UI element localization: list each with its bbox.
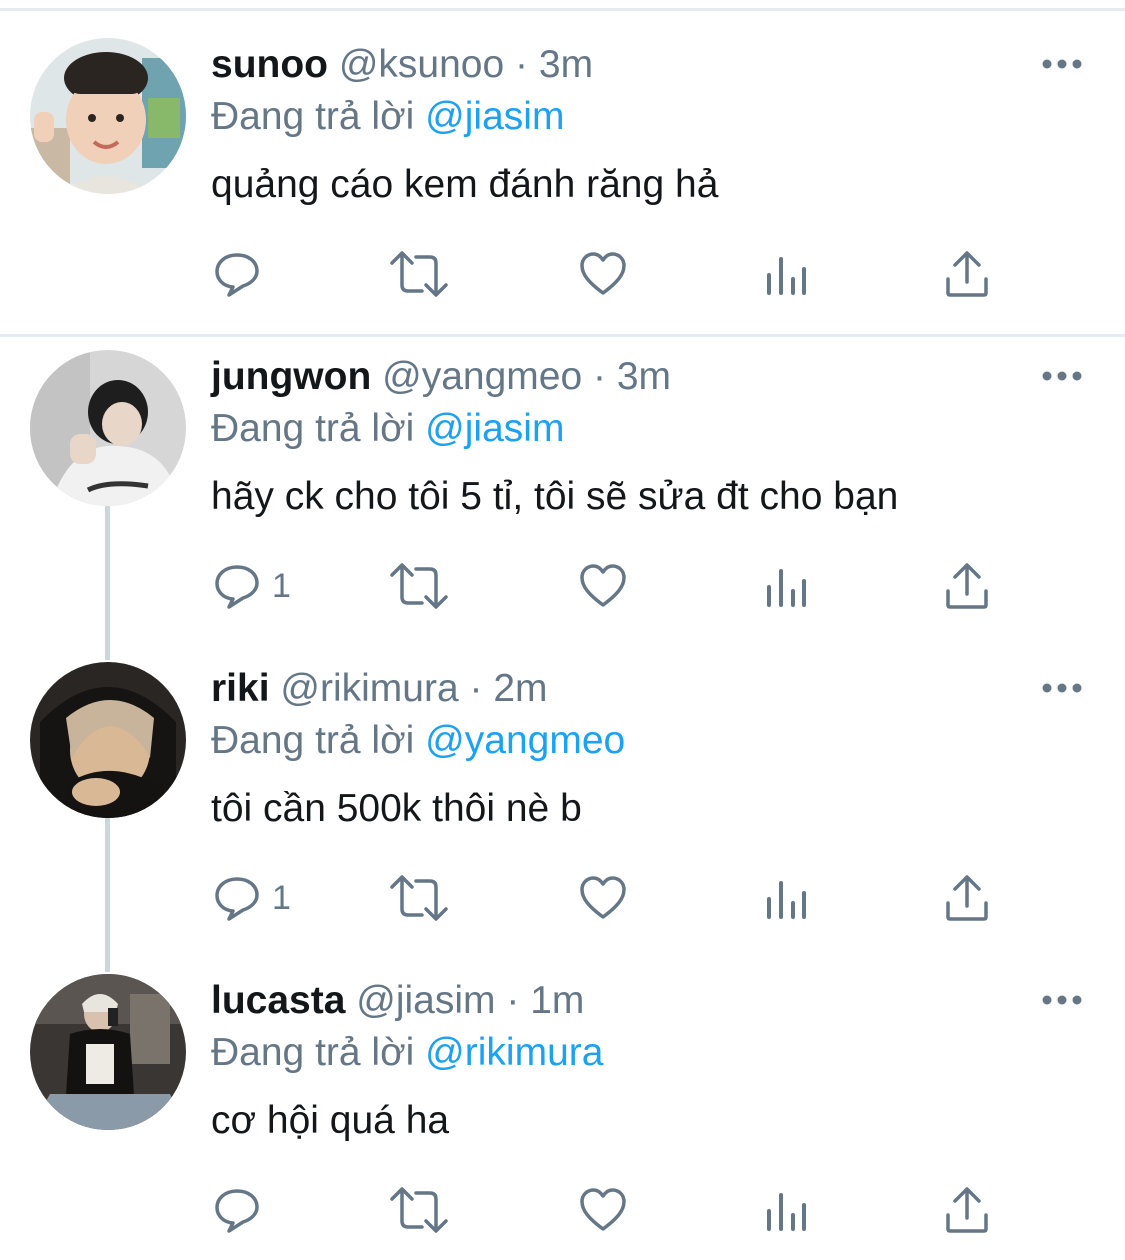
reply-button[interactable]: 1 bbox=[212, 868, 291, 928]
tweet-text: cơ hội quá ha bbox=[211, 1099, 450, 1142]
retweet-arrows-icon bbox=[388, 561, 450, 611]
replying-to-handle[interactable]: @jiasim bbox=[425, 407, 564, 450]
reply-count: 1 bbox=[272, 566, 291, 605]
avatar[interactable] bbox=[30, 974, 186, 1130]
retweet-arrows-icon bbox=[388, 873, 450, 923]
reply-bubble-icon bbox=[212, 561, 262, 611]
more-dots-icon[interactable] bbox=[1040, 364, 1084, 388]
tweet-header: lucasta @jiasim · 1m bbox=[211, 978, 584, 1024]
retweet-button[interactable] bbox=[388, 244, 450, 304]
reply-button[interactable]: 1 bbox=[212, 556, 291, 616]
separator-dot: · bbox=[515, 43, 529, 86]
stats-button[interactable] bbox=[764, 868, 808, 928]
bar-stats-icon bbox=[764, 561, 808, 611]
heart-icon bbox=[578, 1185, 628, 1235]
replying-to-handle[interactable]: @jiasim bbox=[425, 95, 564, 138]
separator-dot: · bbox=[593, 355, 607, 398]
replying-to-label: Đang trả lời bbox=[211, 1031, 415, 1074]
action-bar bbox=[0, 244, 1125, 304]
more-dots-icon[interactable] bbox=[1040, 676, 1084, 700]
separator-dot: · bbox=[469, 667, 483, 710]
display-name[interactable]: sunoo bbox=[211, 43, 328, 86]
share-button[interactable] bbox=[943, 1180, 991, 1240]
retweet-button[interactable] bbox=[388, 1180, 450, 1240]
share-upload-icon bbox=[943, 561, 991, 611]
replying-to-label: Đang trả lời bbox=[211, 95, 415, 138]
replying-to-line: Đang trả lời @yangmeo bbox=[211, 718, 625, 764]
tweet-header: sunoo @ksunoo · 3m bbox=[211, 42, 593, 88]
retweet-button[interactable] bbox=[388, 868, 450, 928]
tweet-header: riki @rikimura · 2m bbox=[211, 666, 548, 712]
display-name[interactable]: riki bbox=[211, 667, 270, 710]
more-dots-icon[interactable] bbox=[1040, 52, 1084, 76]
share-upload-icon bbox=[943, 1185, 991, 1235]
share-button[interactable] bbox=[943, 244, 991, 304]
action-bar: 1 bbox=[0, 556, 1125, 616]
retweet-arrows-icon bbox=[388, 1185, 450, 1235]
replying-to-handle[interactable]: @rikimura bbox=[425, 1031, 603, 1074]
avatar[interactable] bbox=[30, 662, 186, 818]
reply-button[interactable] bbox=[212, 244, 272, 304]
user-handle[interactable]: @ksunoo bbox=[339, 43, 504, 86]
replying-to-handle[interactable]: @yangmeo bbox=[425, 719, 625, 762]
timestamp[interactable]: 1m bbox=[530, 979, 584, 1022]
action-bar bbox=[0, 1180, 1125, 1240]
share-button[interactable] bbox=[943, 868, 991, 928]
replying-to-label: Đang trả lời bbox=[211, 719, 415, 762]
tweet[interactable]: riki @rikimura · 2m Đang trả lời @yangme… bbox=[0, 636, 1125, 948]
like-button[interactable] bbox=[578, 244, 628, 304]
user-handle[interactable]: @yangmeo bbox=[382, 355, 582, 398]
stats-button[interactable] bbox=[764, 556, 808, 616]
bar-stats-icon bbox=[764, 249, 808, 299]
display-name[interactable]: lucasta bbox=[211, 979, 345, 1022]
like-button[interactable] bbox=[578, 556, 628, 616]
bar-stats-icon bbox=[764, 1185, 808, 1235]
reply-button[interactable] bbox=[212, 1180, 272, 1240]
tweet-text: hãy ck cho tôi 5 tỉ, tôi sẽ sửa đt cho b… bbox=[211, 475, 899, 518]
share-upload-icon bbox=[943, 249, 991, 299]
replying-to-line: Đang trả lời @rikimura bbox=[211, 1030, 603, 1076]
action-bar: 1 bbox=[0, 868, 1125, 928]
like-button[interactable] bbox=[578, 868, 628, 928]
replying-to-label: Đang trả lời bbox=[211, 407, 415, 450]
user-handle[interactable]: @jiasim bbox=[356, 979, 495, 1022]
stats-button[interactable] bbox=[764, 1180, 808, 1240]
stats-button[interactable] bbox=[764, 244, 808, 304]
share-button[interactable] bbox=[943, 556, 991, 616]
heart-icon bbox=[578, 249, 628, 299]
heart-icon bbox=[578, 561, 628, 611]
timestamp[interactable]: 3m bbox=[539, 43, 593, 86]
user-handle[interactable]: @rikimura bbox=[280, 667, 458, 710]
tweet-text: tôi cần 500k thôi nè b bbox=[211, 787, 582, 830]
timestamp[interactable]: 3m bbox=[617, 355, 671, 398]
timestamp[interactable]: 2m bbox=[493, 667, 547, 710]
reply-bubble-icon bbox=[212, 873, 262, 923]
retweet-arrows-icon bbox=[388, 249, 450, 299]
top-divider bbox=[0, 8, 1125, 11]
separator-dot: · bbox=[506, 979, 520, 1022]
replying-to-line: Đang trả lời @jiasim bbox=[211, 94, 564, 140]
tweet-text: quảng cáo kem đánh răng hả bbox=[211, 163, 719, 206]
bar-stats-icon bbox=[764, 873, 808, 923]
tweet[interactable]: lucasta @jiasim · 1m Đang trả lời @rikim… bbox=[0, 948, 1125, 1260]
tweet-header: jungwon @yangmeo · 3m bbox=[211, 354, 671, 400]
retweet-button[interactable] bbox=[388, 556, 450, 616]
display-name[interactable]: jungwon bbox=[211, 355, 371, 398]
tweet[interactable]: jungwon @yangmeo · 3m Đang trả lời @jias… bbox=[0, 324, 1125, 636]
reply-bubble-icon bbox=[212, 249, 262, 299]
more-dots-icon[interactable] bbox=[1040, 988, 1084, 1012]
heart-icon bbox=[578, 873, 628, 923]
share-upload-icon bbox=[943, 873, 991, 923]
like-button[interactable] bbox=[578, 1180, 628, 1240]
avatar[interactable] bbox=[30, 350, 186, 506]
reply-bubble-icon bbox=[212, 1185, 262, 1235]
reply-count: 1 bbox=[272, 878, 291, 917]
tweet[interactable]: sunoo @ksunoo · 3m Đang trả lời @jiasim … bbox=[0, 12, 1125, 337]
avatar[interactable] bbox=[30, 38, 186, 194]
replying-to-line: Đang trả lời @jiasim bbox=[211, 406, 564, 452]
